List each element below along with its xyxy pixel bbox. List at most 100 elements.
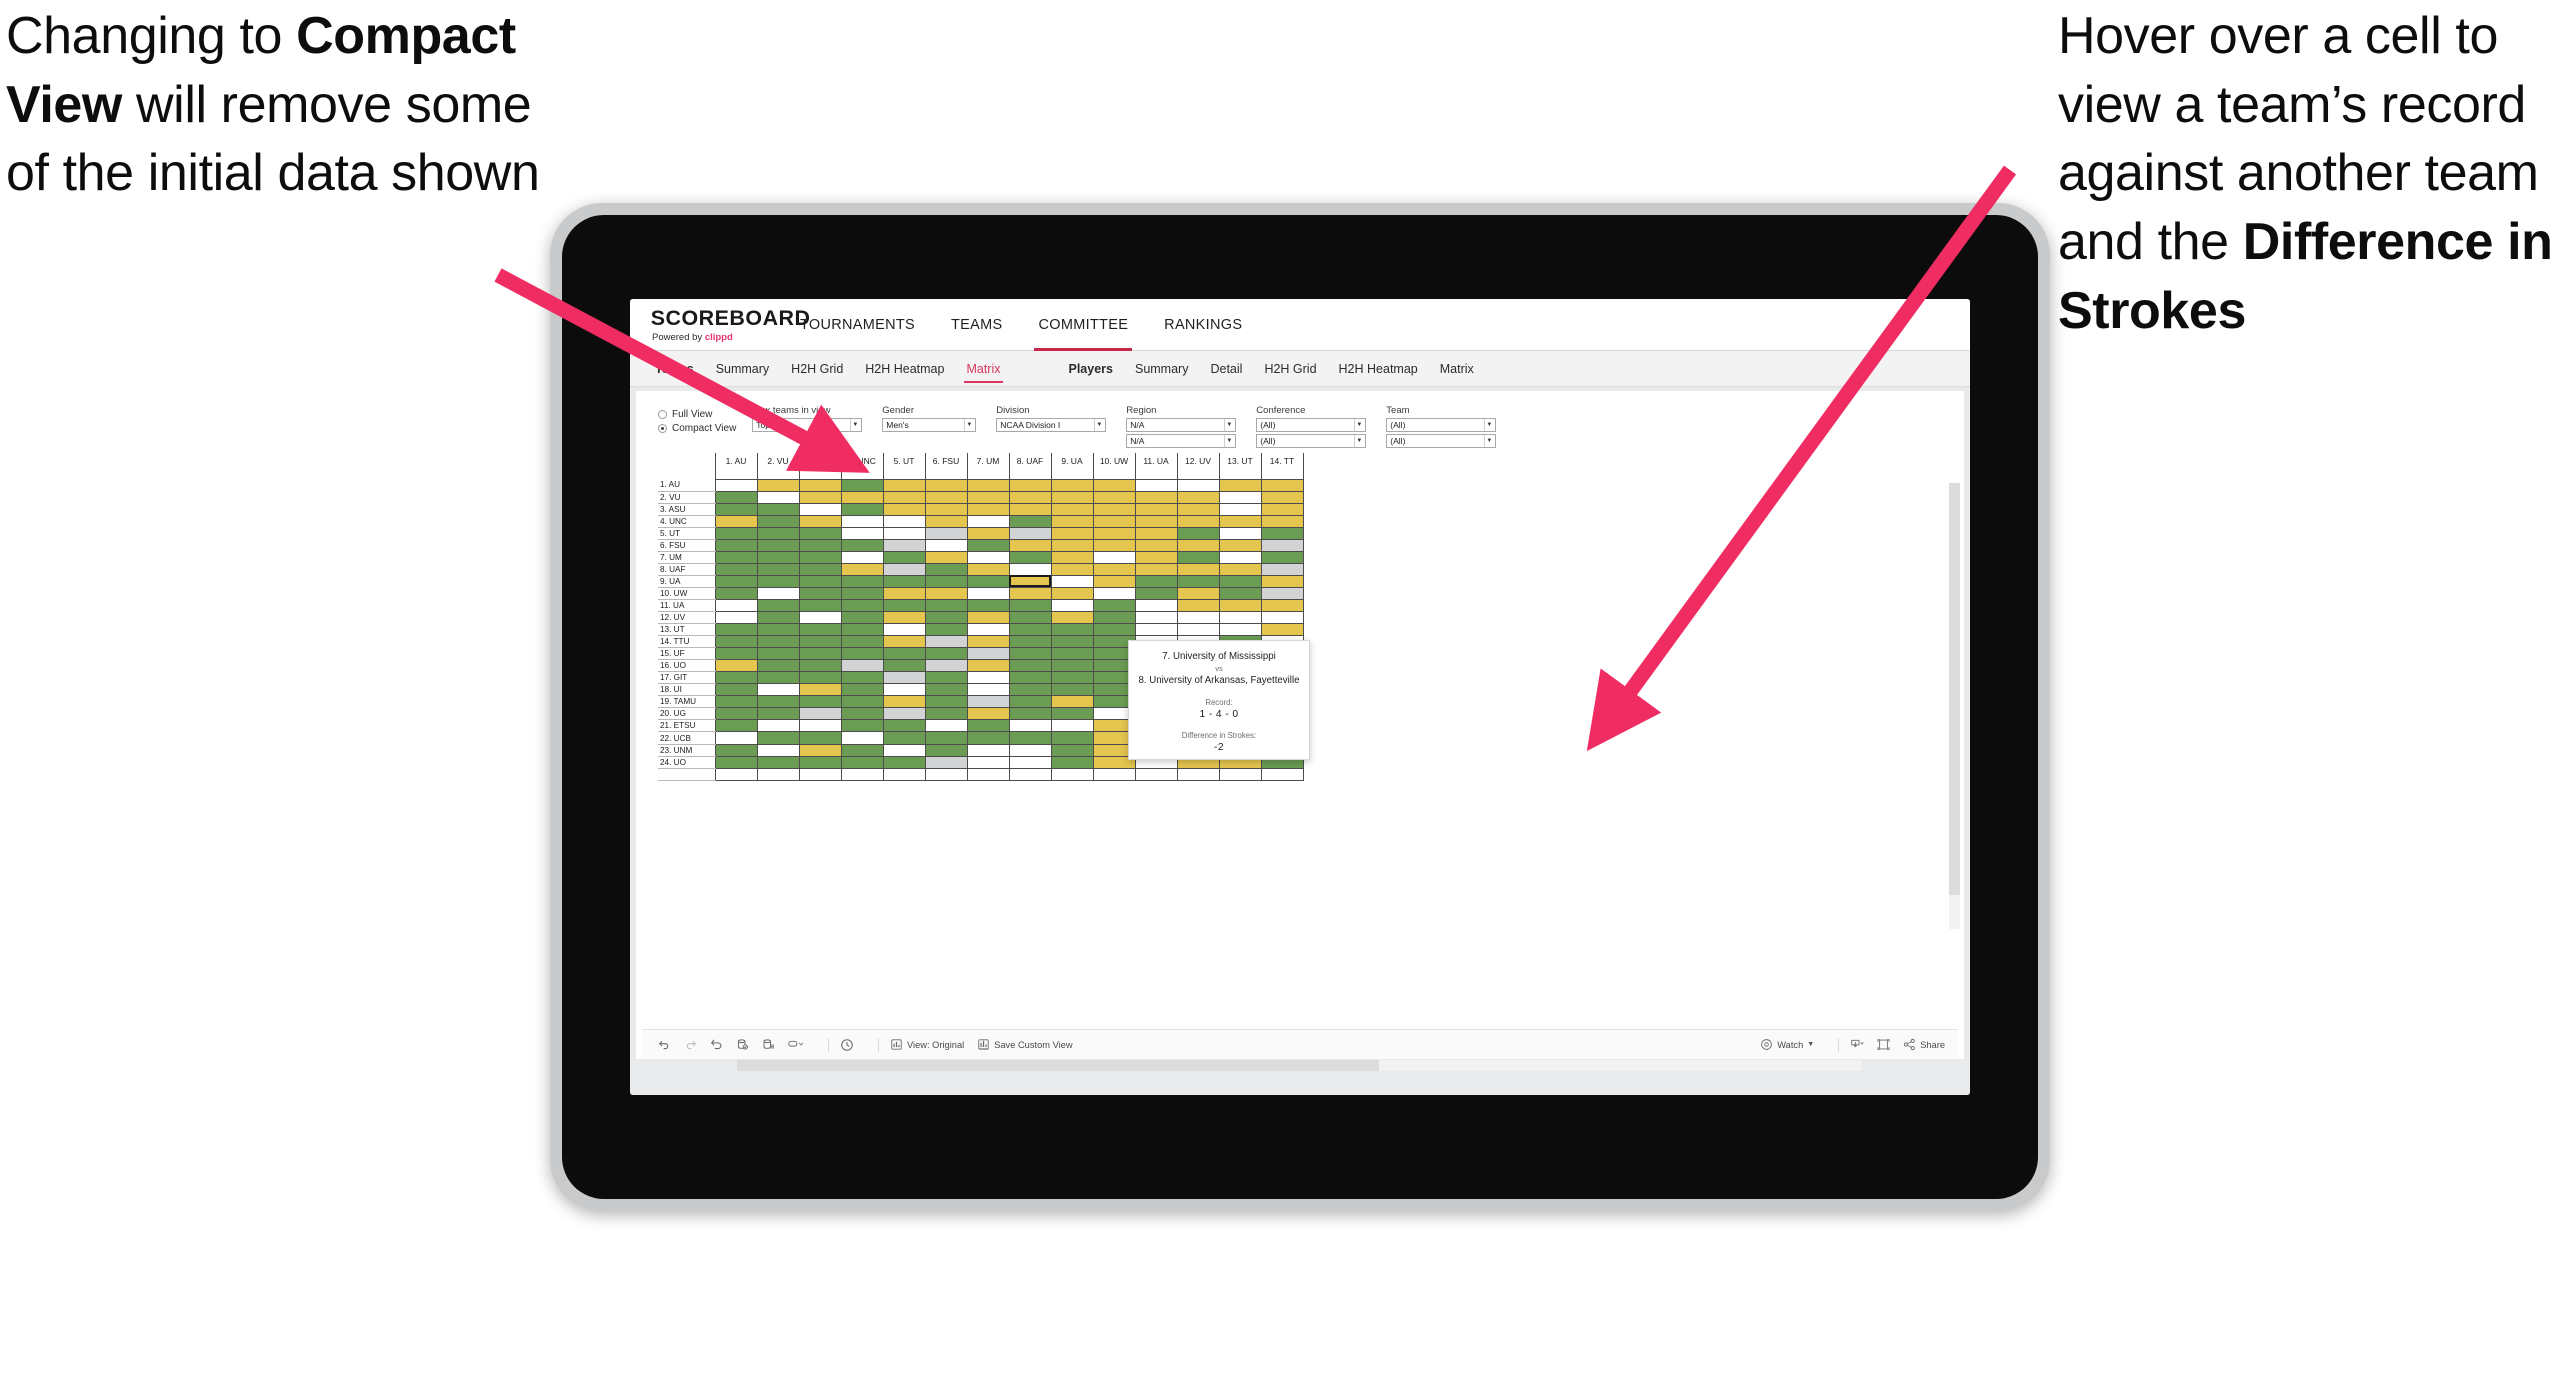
matrix-cell[interactable] (966, 647, 1010, 661)
matrix-cell[interactable] (882, 731, 926, 745)
matrix-row-header[interactable]: 17. GIT (658, 671, 715, 685)
matrix-cell[interactable] (714, 478, 758, 492)
matrix-cell[interactable] (756, 623, 800, 637)
matrix-cell[interactable] (1176, 623, 1220, 637)
subnav-players-h2h-heatmap[interactable]: H2H Heatmap (1328, 351, 1429, 387)
matrix-row-header[interactable]: 12. UV (658, 611, 715, 625)
matrix-cell[interactable] (924, 538, 968, 552)
matrix-cell[interactable] (966, 562, 1010, 576)
matrix-cell[interactable] (966, 598, 1010, 613)
matrix-cell[interactable] (924, 755, 968, 769)
matrix-cell[interactable] (1134, 574, 1178, 588)
matrix-cell[interactable] (798, 478, 842, 492)
matrix-cell[interactable] (1050, 586, 1094, 600)
matrix-cell[interactable] (714, 659, 758, 673)
matrix-cell[interactable] (1008, 755, 1052, 769)
matrix-cell[interactable] (1008, 659, 1052, 673)
matrix-cell[interactable] (1176, 598, 1220, 613)
matrix-horizontal-scrollbar[interactable] (737, 1060, 1862, 1071)
pause-data-icon[interactable] (762, 1038, 775, 1051)
matrix-cell[interactable] (1260, 586, 1304, 600)
matrix-cell[interactable] (1050, 719, 1094, 733)
matrix-cell[interactable] (1008, 526, 1052, 540)
matrix-cell[interactable] (714, 562, 758, 576)
matrix-cell[interactable] (1134, 514, 1178, 528)
matrix-cell[interactable] (840, 611, 884, 625)
matrix-cell[interactable] (756, 719, 800, 733)
matrix-cell[interactable] (756, 562, 800, 576)
matrix-cell[interactable] (924, 707, 968, 721)
matrix-cell[interactable] (924, 611, 968, 625)
matrix-cell[interactable] (882, 659, 926, 673)
matrix-cell[interactable] (756, 514, 800, 528)
matrix-cell[interactable] (1008, 635, 1052, 649)
matrix-cell[interactable] (1218, 574, 1262, 588)
matrix-cell[interactable] (1176, 490, 1220, 504)
matrix-cell[interactable] (1134, 598, 1178, 613)
matrix-row-header[interactable]: 16. UO (658, 659, 715, 673)
matrix-cell[interactable] (882, 743, 926, 757)
matrix-cell[interactable] (798, 647, 842, 661)
matrix-cell[interactable] (924, 478, 968, 492)
matrix-cell[interactable] (798, 574, 842, 588)
matrix-cell[interactable] (1092, 514, 1136, 528)
matrix-row-header[interactable]: 24. UO (658, 756, 715, 769)
matrix-cell[interactable] (1008, 502, 1052, 516)
matrix-cell[interactable] (1134, 611, 1178, 625)
matrix-cell[interactable] (798, 490, 842, 504)
matrix-cell[interactable] (714, 731, 758, 745)
matrix-cell[interactable] (966, 490, 1010, 504)
matrix-cell[interactable] (966, 695, 1010, 709)
matrix-cell[interactable] (714, 695, 758, 709)
matrix-cell[interactable] (840, 623, 884, 637)
matrix-cell[interactable] (1008, 623, 1052, 637)
subnav-players-detail[interactable]: Detail (1199, 351, 1253, 387)
undo-icon[interactable] (658, 1038, 671, 1051)
matrix-cell[interactable] (882, 683, 926, 697)
matrix-cell[interactable] (882, 671, 926, 685)
matrix-cell[interactable] (1008, 611, 1052, 625)
matrix-cell[interactable] (924, 574, 968, 588)
matrix-cell[interactable] (924, 598, 968, 613)
nav-rankings[interactable]: RANKINGS (1146, 299, 1260, 351)
matrix-cell[interactable] (966, 538, 1010, 552)
matrix-col-header[interactable]: 14. TT (1260, 453, 1304, 479)
matrix-cell[interactable] (1260, 550, 1304, 564)
save-custom-view-button[interactable]: Save Custom View (977, 1038, 1073, 1051)
matrix-cell[interactable] (1050, 671, 1094, 685)
matrix-cell[interactable] (1260, 538, 1304, 552)
matrix-cell[interactable] (924, 647, 968, 661)
matrix-cell[interactable] (840, 574, 884, 588)
matrix-cell[interactable] (798, 538, 842, 552)
matrix-cell[interactable] (966, 526, 1010, 540)
filter-max-teams-select[interactable]: Top 50 ▼ (752, 418, 863, 432)
matrix-cell[interactable] (1008, 598, 1052, 613)
matrix-cell[interactable] (1050, 574, 1094, 588)
matrix-cell[interactable] (882, 755, 926, 769)
matrix-cell[interactable] (1050, 514, 1094, 528)
matrix-cell[interactable] (798, 586, 842, 600)
matrix-cell[interactable] (1218, 550, 1262, 564)
matrix-cell[interactable] (1092, 611, 1136, 625)
matrix-cell[interactable] (966, 731, 1010, 745)
matrix-cell[interactable] (1092, 550, 1136, 564)
matrix-cell[interactable] (714, 611, 758, 625)
matrix-cell[interactable] (924, 635, 968, 649)
matrix-row-header[interactable]: 15. UF (658, 647, 715, 661)
share-view-dropdown-icon[interactable] (788, 1038, 804, 1051)
matrix-cell[interactable] (840, 719, 884, 733)
matrix-cell[interactable] (924, 695, 968, 709)
matrix-col-header[interactable]: 13. UT (1218, 453, 1262, 479)
matrix-cell[interactable] (1260, 514, 1304, 528)
matrix-cell[interactable] (924, 586, 968, 600)
subnav-teams-h2h-heatmap[interactable]: H2H Heatmap (854, 351, 955, 387)
matrix-cell[interactable] (966, 671, 1010, 685)
matrix-cell[interactable] (1176, 586, 1220, 600)
matrix-cell[interactable] (840, 586, 884, 600)
nav-committee[interactable]: COMMITTEE (1020, 299, 1146, 351)
matrix-cell[interactable] (756, 550, 800, 564)
matrix-cell[interactable] (798, 719, 842, 733)
matrix-cell[interactable] (1050, 683, 1094, 697)
matrix-cell[interactable] (1008, 538, 1052, 552)
matrix-cell[interactable] (1092, 502, 1136, 516)
